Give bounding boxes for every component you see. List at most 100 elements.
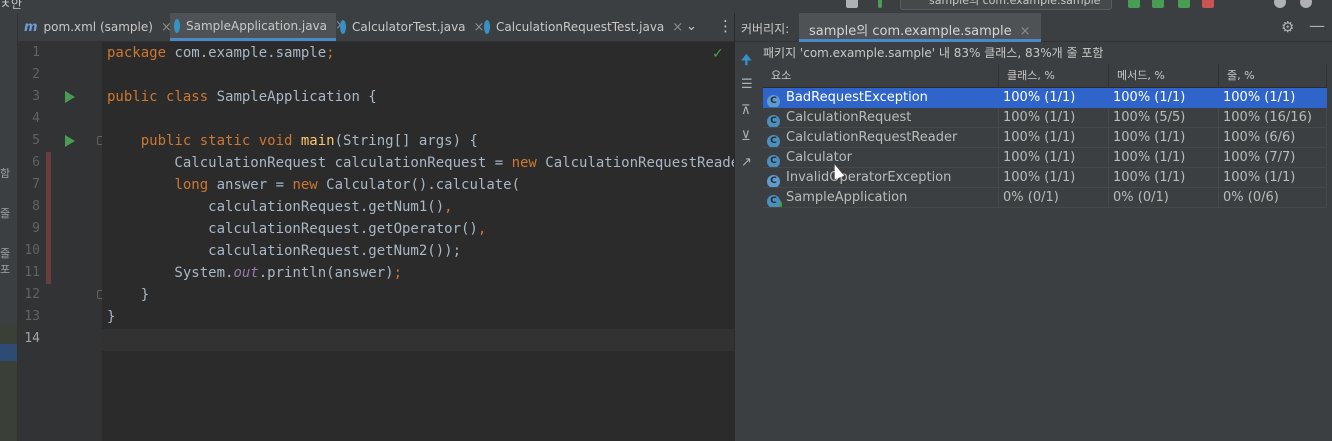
import-icon[interactable]: ⊻ [741, 129, 751, 144]
editor-tab-bar: m pom.xml (sample) × SampleApplication.j… [18, 13, 734, 42]
line-number: 9 [32, 221, 40, 236]
element-name: Calculator [786, 150, 853, 165]
table-row[interactable]: C InvalidOperatorException 100% (1/1) 100% … [763, 168, 1327, 188]
left-strip-text-2: 줄 [0, 207, 11, 220]
method-coverage-cell: 100% (1/1) [1109, 168, 1219, 188]
method-coverage-cell: 100% (5/5) [1109, 108, 1219, 128]
search-icon[interactable] [1274, 0, 1286, 8]
table-row[interactable]: C BadRequestException 100% (1/1) 100% (1/1)… [763, 88, 1327, 108]
code-line-9: calculationRequest.getOperator(), [107, 221, 487, 237]
code-line-7: long answer = new Calculator().calculate… [174, 177, 521, 193]
method-coverage-cell: 100% (1/1) [1109, 88, 1219, 108]
java-class-icon: C [767, 135, 780, 147]
minimize-icon[interactable]: — [1309, 16, 1325, 35]
method-coverage-cell: 100% (1/1) [1109, 128, 1219, 148]
coverage-panel-label: 커버리지: [741, 22, 790, 36]
element-name: CalculationRequest [786, 110, 912, 125]
column-header-line[interactable]: 줄, % [1219, 64, 1327, 88]
line-coverage-cell: 0% (0/6) [1219, 188, 1327, 208]
generate-report-icon[interactable]: ⊼ [741, 103, 751, 118]
export-icon[interactable]: ↗ [741, 155, 752, 170]
method-coverage-cell: 100% (1/1) [1109, 148, 1219, 168]
tab-sampleapplication[interactable]: SampleApplication.java × [170, 13, 346, 41]
coverage-tab[interactable]: sample의 com.example.sample × [799, 13, 1041, 42]
code-line-10: calculationRequest.getNum2()); [107, 243, 462, 259]
coverage-table-header: 요소 클래스, % 메서드, % 줄, % [763, 64, 1327, 88]
tab-list-chevron-down-icon[interactable]: ⌄ [686, 19, 697, 34]
vcs-change-marker[interactable] [46, 152, 51, 284]
cls-coverage-cell: 100% (1/1) [999, 148, 1109, 168]
column-header-element[interactable]: 요소 [763, 64, 999, 88]
line-coverage-cell: 100% (1/1) [1219, 88, 1327, 108]
table-row[interactable]: C SampleApplication 0% (0/1) 0% (0/1) 0% (0/… [763, 188, 1327, 208]
line-number: 7 [32, 177, 40, 192]
line-number: 14 [24, 331, 40, 346]
cls-coverage-cell: 100% (1/1) [999, 88, 1109, 108]
line-number: 5 [32, 133, 40, 148]
title-bar-label: ㅊ안 [0, 0, 23, 11]
current-line-highlight [102, 329, 734, 351]
tab-calculatortest[interactable]: CalculatorTest.java × [340, 13, 484, 41]
element-name: BadRequestException [786, 90, 928, 105]
column-header-method[interactable]: 메서드, % [1109, 64, 1219, 88]
run-configuration-select[interactable]: sample의 com.example.sample [900, 0, 1112, 10]
element-name: SampleApplication [786, 190, 908, 205]
line-coverage-cell: 100% (7/7) [1219, 148, 1327, 168]
code-line-12: } [107, 287, 150, 303]
left-strip-text-3: 줄 포 [0, 247, 11, 276]
java-class-icon: C [767, 195, 780, 207]
stop-icon[interactable] [1202, 0, 1214, 8]
java-class-icon: C [767, 115, 780, 127]
left-tool-strip: 함 줄 줄 포 [0, 13, 18, 441]
coverage-table: 요소 클래스, % 메서드, % 줄, % C BadRequestExcepti… [763, 64, 1327, 208]
tab-label: pom.xml (sample) [43, 20, 153, 34]
line-number: 3 [32, 89, 40, 104]
coverage-icon[interactable] [1178, 0, 1190, 8]
java-class-icon [174, 18, 180, 33]
more-options-icon[interactable]: ⋮ [718, 17, 733, 35]
line-number: 11 [24, 265, 40, 280]
title-bar: ㅊ안 sample의 com.example.sample [0, 0, 1332, 13]
tab-pom-xml[interactable]: m pom.xml (sample) × [24, 13, 172, 41]
maven-icon: m [24, 19, 38, 35]
cls-coverage-cell: 0% (0/1) [999, 188, 1109, 208]
code-line-1: package com.example.sample; [107, 45, 335, 61]
debug-icon[interactable] [1152, 0, 1164, 8]
run-gutter-icon[interactable] [65, 135, 75, 147]
exception-class-icon: C [767, 175, 780, 187]
user-icon[interactable] [846, 0, 858, 8]
line-number: 10 [24, 243, 40, 258]
close-icon[interactable]: × [1020, 24, 1031, 39]
code-editor[interactable]: package com.example.sample; public class… [102, 42, 734, 441]
tab-calculationrequesttest[interactable]: CalculationRequestTest.java × [484, 13, 683, 41]
settings-icon[interactable] [1300, 0, 1312, 8]
tab-label: CalculatorTest.java [352, 20, 466, 34]
column-header-class[interactable]: 클래스, % [999, 64, 1109, 88]
line-number: 6 [32, 155, 40, 170]
build-hammer-icon[interactable] [878, 0, 882, 8]
table-row[interactable]: C Calculator 100% (1/1) 100% (1/1) 100% (7/7… [763, 148, 1327, 168]
table-row[interactable]: C CalculationRequestReader 100% (1/1) 100% … [763, 128, 1327, 148]
element-name-cell: C Calculator [763, 148, 999, 168]
run-icon[interactable] [1128, 0, 1140, 8]
line-coverage-cell: 100% (6/6) [1219, 128, 1327, 148]
exception-class-icon: C [767, 95, 780, 107]
inspection-ok-check-icon[interactable]: ✓ [712, 46, 724, 62]
code-line-5: public static void main(String[] args) { [140, 133, 478, 149]
gear-icon[interactable]: ⚙ [1281, 18, 1294, 36]
run-gutter-icon[interactable] [65, 91, 75, 103]
code-line-8: calculationRequest.getNum1(), [107, 199, 453, 215]
left-strip-background [0, 324, 17, 441]
close-icon[interactable]: × [672, 20, 683, 35]
coverage-tab-label: sample의 com.example.sample [809, 24, 1012, 39]
coverage-summary: 패키지 'com.example.sample' 내 83% 클래스, 83%개… [763, 46, 1104, 60]
table-row[interactable]: C CalculationRequest 100% (1/1) 100% (5/5) 1… [763, 108, 1327, 128]
java-class-icon [340, 20, 346, 34]
method-coverage-cell: 0% (0/1) [1109, 188, 1219, 208]
coverage-title-bar: 커버리지: sample의 com.example.sample × ⚙ — [735, 13, 1332, 42]
go-up-arrow-icon[interactable]: 🠉 [741, 51, 752, 73]
java-class-icon: C [767, 155, 780, 167]
flatten-packages-icon[interactable]: ☰ [741, 77, 753, 92]
coverage-tool-window: 커버리지: sample의 com.example.sample × ⚙ — 🠉 … [734, 13, 1332, 441]
close-icon[interactable]: × [474, 20, 485, 35]
